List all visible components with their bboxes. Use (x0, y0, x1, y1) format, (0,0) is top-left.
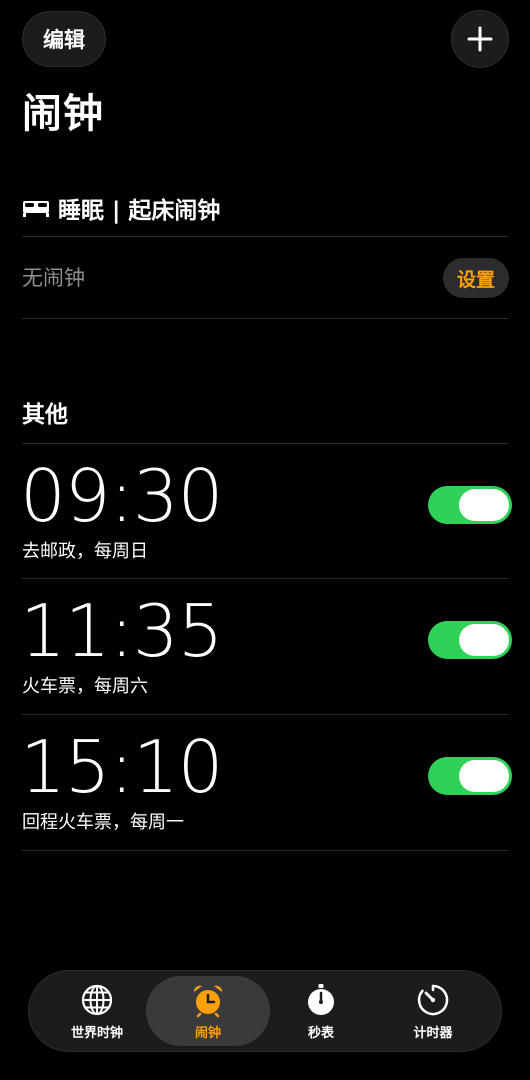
alarm-toggle[interactable] (428, 486, 512, 524)
alarm-label: 去邮政，每周日 (22, 541, 148, 562)
tab-alarm[interactable]: 闹钟 (146, 976, 270, 1046)
plus-icon (467, 26, 493, 52)
no-alarm-text: 无闹钟 (22, 266, 85, 290)
tab-world-clock[interactable]: 世界时钟 (35, 976, 159, 1046)
tab-timer[interactable]: 计时器 (371, 976, 495, 1046)
alarm-label: 火车票，每周六 (22, 676, 148, 697)
tab-stopwatch[interactable]: 秒表 (259, 976, 383, 1046)
edit-button[interactable]: 编辑 (22, 11, 106, 67)
stopwatch-icon (308, 983, 334, 1015)
alarm-toggle[interactable] (428, 621, 512, 659)
tab-label: 秒表 (307, 1025, 334, 1041)
sleep-title-text: 睡眠 | 起床闹钟 (58, 198, 221, 224)
sleep-section-title: 睡眠 | 起床闹钟 (22, 190, 220, 226)
add-alarm-button[interactable] (451, 10, 509, 68)
alarm-time: 09:30 (20, 454, 223, 538)
timer-icon (417, 984, 449, 1015)
alarm-row[interactable]: 09:30 去邮政，每周日 (0, 444, 530, 579)
page-title: 闹钟 (22, 91, 104, 137)
alarm-toggle[interactable] (428, 757, 512, 795)
globe-icon (81, 984, 113, 1015)
tab-label: 计时器 (413, 1025, 453, 1041)
alarm-row[interactable]: 15:10 回程火车票，每周一 (0, 715, 530, 850)
divider (22, 850, 509, 851)
toggle-knob (459, 489, 509, 521)
toggle-knob (459, 760, 509, 792)
tab-bar: 世界时钟 闹钟 秒表 计时器 (28, 970, 502, 1052)
alarm-label: 回程火车票，每周一 (22, 812, 184, 833)
tab-label: 世界时钟 (70, 1025, 123, 1041)
alarm-time: 15:10 (20, 725, 223, 809)
bed-icon (23, 201, 49, 217)
tab-label: 闹钟 (194, 1025, 221, 1041)
alarm-time: 11:35 (20, 589, 223, 673)
toggle-knob (459, 624, 509, 656)
alarm-row[interactable]: 11:35 火车票，每周六 (0, 579, 530, 714)
alarm-clock-icon (193, 985, 223, 1017)
sleep-setup-button[interactable]: 设置 (443, 258, 509, 298)
other-section-title: 其他 (22, 402, 68, 428)
divider (22, 236, 509, 237)
divider (22, 318, 509, 319)
